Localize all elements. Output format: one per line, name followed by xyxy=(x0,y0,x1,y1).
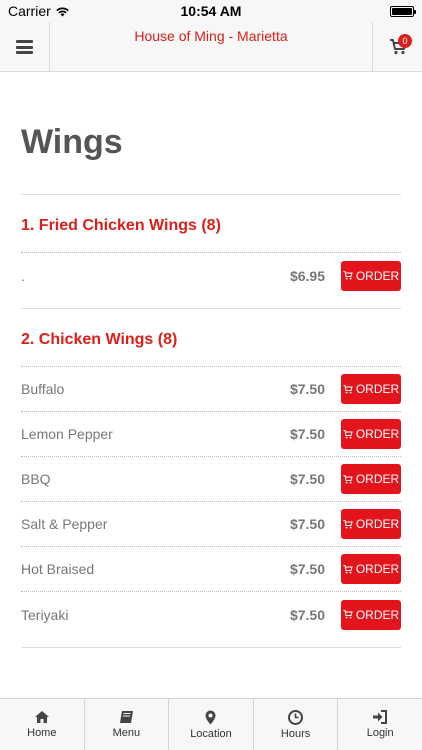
map-marker-icon xyxy=(205,710,216,724)
item-price: $7.50 xyxy=(289,606,325,623)
menu-item-row: Hot Braised $7.50 ORDER xyxy=(21,547,401,592)
order-button-label: ORDER xyxy=(355,472,400,486)
status-bar: Carrier 10:54 AM xyxy=(0,0,422,22)
cart-plus-icon xyxy=(343,429,353,438)
order-button[interactable]: ORDER xyxy=(341,374,401,404)
order-button[interactable]: ORDER xyxy=(341,599,401,630)
order-button[interactable]: ORDER xyxy=(341,509,401,539)
item-name: Hot Braised xyxy=(21,561,95,577)
restaurant-title: House of Ming - Marietta xyxy=(134,28,288,44)
category-list: 1. Fried Chicken Wings (8). $6.95 ORDER 2. … xyxy=(21,195,401,648)
tab-label: Login xyxy=(366,727,394,739)
tab-login[interactable]: Login xyxy=(338,699,422,750)
order-button[interactable]: ORDER xyxy=(341,554,401,584)
cart-count-badge: 0 xyxy=(398,34,412,48)
app-header: House of Ming - Marietta 0 xyxy=(0,22,422,72)
cart-plus-icon xyxy=(343,384,353,393)
order-button-label: ORDER xyxy=(355,268,400,283)
cart-button[interactable]: 0 xyxy=(372,22,422,72)
tab-label: Hours xyxy=(280,727,311,740)
order-button-label: ORDER xyxy=(355,607,400,622)
menu-item-row: . $6.95 ORDER xyxy=(21,253,401,298)
item-name: Salt & Pepper xyxy=(21,516,108,532)
category-title: 2. Chicken Wings (8) xyxy=(21,309,401,367)
menu-item-row: Teriyaki $7.50 ORDER xyxy=(21,592,401,637)
sign-in-icon xyxy=(373,710,388,724)
bottom-tab-bar: Home Menu Location Hours Login xyxy=(0,698,422,750)
cart-plus-icon xyxy=(343,610,353,619)
tab-hours[interactable]: Hours xyxy=(254,699,339,750)
item-price: $6.95 xyxy=(289,267,325,284)
menu-content: Wings 1. Fried Chicken Wings (8). $6.95 OR… xyxy=(0,73,422,698)
order-button-label: ORDER xyxy=(355,382,400,396)
cart-plus-icon xyxy=(343,564,353,573)
tab-menu[interactable]: Menu xyxy=(85,699,170,750)
page-title: Wings xyxy=(21,123,401,195)
clock-icon xyxy=(288,709,304,725)
battery-icon xyxy=(390,5,416,17)
order-button-label: ORDER xyxy=(355,517,400,531)
item-price: $7.50 xyxy=(289,516,325,532)
order-button[interactable]: ORDER xyxy=(341,419,401,449)
carrier-label: Carrier xyxy=(8,3,51,19)
home-icon xyxy=(34,711,49,723)
order-button[interactable]: ORDER xyxy=(341,464,401,494)
category-title: 1. Fried Chicken Wings (8) xyxy=(21,195,401,253)
cart-plus-icon xyxy=(343,474,353,483)
wifi-icon xyxy=(55,7,69,16)
cart-plus-icon xyxy=(343,271,353,280)
menu-item-row: Salt & Pepper $7.50 ORDER xyxy=(21,502,401,547)
menu-item-row: BBQ $7.50 ORDER xyxy=(21,457,401,502)
menu-item-row: Lemon Pepper $7.50 ORDER xyxy=(21,412,401,457)
item-price: $7.50 xyxy=(289,381,325,397)
menu-item-row: Buffalo $7.50 ORDER xyxy=(21,367,401,412)
tab-location[interactable]: Location xyxy=(169,699,254,750)
tab-label: Home xyxy=(27,727,57,739)
menu-category: 2. Chicken Wings (8) Buffalo $7.50 ORDER Lem… xyxy=(21,309,401,648)
menu-category: 1. Fried Chicken Wings (8). $6.95 ORDER xyxy=(21,195,401,309)
cart-plus-icon xyxy=(343,519,353,528)
item-name: Teriyaki xyxy=(21,606,69,623)
menu-button[interactable] xyxy=(0,22,50,72)
tab-label: Location xyxy=(190,727,232,740)
tab-label: Menu xyxy=(112,727,141,739)
item-price: $7.50 xyxy=(289,561,325,577)
item-name: BBQ xyxy=(21,471,51,487)
hamburger-icon xyxy=(16,40,33,54)
status-left: Carrier xyxy=(8,3,70,19)
book-icon xyxy=(119,711,133,723)
tab-home[interactable]: Home xyxy=(0,699,85,750)
item-name: Lemon Pepper xyxy=(21,426,113,442)
item-name: . xyxy=(21,267,25,284)
item-price: $7.50 xyxy=(289,471,325,487)
order-button[interactable]: ORDER xyxy=(341,260,401,291)
order-button-label: ORDER xyxy=(355,427,400,441)
order-button-label: ORDER xyxy=(355,562,400,576)
item-name: Buffalo xyxy=(21,381,65,397)
item-price: $7.50 xyxy=(289,426,325,442)
